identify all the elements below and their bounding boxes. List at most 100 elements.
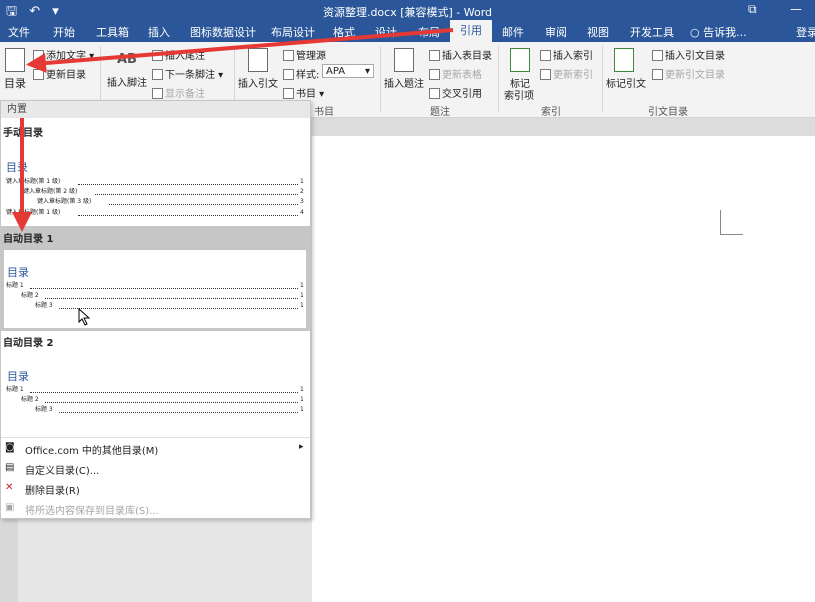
menu-item-save-to-gallery[interactable]: ▣ 将所选内容保存到目录库(S)...: [1, 502, 310, 517]
lightbulb-icon: ○: [690, 26, 704, 39]
tab-file[interactable]: 文件: [8, 24, 30, 40]
endnote-icon: [152, 50, 163, 61]
toc-option-automatic-1[interactable]: 自动目录 1 目录 标题 1 1 标题 2 1 标题 3 1: [1, 226, 310, 331]
toc-preview-line: 键入章标题(第 1 级) 1: [6, 178, 304, 185]
table-of-figures-icon: [429, 50, 440, 61]
insert-citation-button[interactable]: 插入引文: [238, 75, 278, 90]
group-divider: [602, 46, 603, 112]
update-icon: [33, 69, 44, 80]
add-text-button[interactable]: 添加文字 ▾: [33, 47, 94, 62]
mark-citation-icon: [614, 48, 634, 72]
group-label-captions: 题注: [430, 107, 450, 118]
tab-view[interactable]: 视图: [587, 24, 609, 40]
group-divider: [380, 46, 381, 112]
toc-option-label: 自动目录 1: [3, 234, 54, 245]
chevron-right-icon: ▸: [299, 442, 304, 452]
manage-sources-icon: [283, 50, 294, 61]
update-table-button[interactable]: 更新表格: [429, 66, 482, 81]
globe-icon: ◙: [5, 442, 15, 453]
style-icon: [283, 69, 294, 80]
group-label-index: 索引: [541, 107, 561, 118]
tab-insert[interactable]: 插入: [148, 24, 170, 40]
ribbon-tabs: 文件 开始 工具箱 插入 图标数据设计 布局设计 格式 设计 布局 引用 邮件 …: [0, 20, 815, 42]
show-notes-icon: [152, 88, 163, 99]
insert-index-button[interactable]: 插入索引: [540, 47, 593, 62]
toc-option-label: 自动目录 2: [3, 338, 54, 349]
toc-dropdown-menu: 内置 手动目录 目录 键入章标题(第 1 级) 1 键入章标题(第 2 级) 2…: [0, 100, 311, 519]
document-page[interactable]: [312, 136, 815, 602]
toc-preview-line: 键入章标题(第 3 级) 3: [37, 198, 304, 205]
mark-entry-label-2[interactable]: 索引项: [504, 87, 534, 102]
toc-option-manual[interactable]: 手动目录 目录 键入章标题(第 1 级) 1 键入章标题(第 2 级) 2 键入…: [1, 118, 310, 225]
table-of-contents-button[interactable]: 目录: [4, 75, 26, 91]
toc-option-label: 手动目录: [3, 128, 43, 139]
tab-references[interactable]: 引用: [450, 20, 492, 42]
update-toc-button[interactable]: 更新目录: [33, 66, 86, 81]
save-icon: ▣: [5, 502, 15, 513]
menu-item-office-more-tocs[interactable]: ◙ Office.com 中的其他目录(M) ▸: [1, 442, 310, 457]
manage-sources-button[interactable]: 管理源: [283, 47, 326, 62]
insert-citation-icon: [248, 48, 268, 72]
next-footnote-icon: [152, 69, 163, 80]
menu-item-custom-toc[interactable]: ▤ 自定义目录(C)...: [1, 462, 310, 477]
toc-preview: 目录 标题 1 1 标题 2 1 标题 3 1: [4, 250, 306, 328]
insert-index-icon: [540, 50, 551, 61]
update-table-icon: [429, 69, 440, 80]
toc-preview-line: 标题 1 1: [6, 386, 304, 393]
toc-preview-title: 目录: [7, 370, 29, 383]
minimize-icon[interactable]: —: [790, 2, 802, 16]
tab-layout[interactable]: 布局: [418, 24, 440, 40]
toc-preview-line: 标题 2 1: [21, 396, 304, 403]
tab-developer[interactable]: 开发工具: [630, 24, 674, 40]
tab-format[interactable]: 格式: [333, 24, 355, 40]
delete-icon: ✕: [5, 482, 14, 493]
toc-option-automatic-2[interactable]: 自动目录 2 目录 标题 1 1 标题 2 1 标题 3 1: [1, 331, 310, 431]
insert-toa-button[interactable]: 插入引文目录: [652, 47, 725, 62]
cross-reference-icon: [429, 88, 440, 99]
toc-preview-line: 标题 1 1: [6, 282, 304, 289]
tab-design[interactable]: 设计: [375, 24, 397, 40]
toc-preview-line: 标题 2 1: [21, 292, 304, 299]
insert-caption-button[interactable]: 插入题注: [384, 75, 424, 90]
toc-preview-title: 目录: [7, 266, 29, 279]
footnote-icon: AB: [117, 52, 137, 67]
cross-reference-button[interactable]: 交叉引用: [429, 85, 482, 100]
insert-footnote-button[interactable]: 插入脚注: [107, 74, 147, 89]
update-toa-button[interactable]: 更新引文目录: [652, 66, 725, 81]
citation-style-select[interactable]: APA ▾: [322, 64, 374, 78]
group-label-citations: 书目: [314, 107, 334, 118]
update-index-icon: [540, 69, 551, 80]
sign-in-link[interactable]: 登录: [796, 24, 815, 40]
toc-preview-line: 键入章标题(第 1 级) 4: [6, 209, 304, 216]
tell-me-search[interactable]: ○ 告诉我...: [690, 24, 747, 40]
next-footnote-button[interactable]: 下一条脚注 ▾: [152, 66, 223, 81]
insert-table-of-figures-button[interactable]: 插入表目录: [429, 47, 492, 62]
builtin-header: 内置: [1, 101, 310, 118]
update-index-button[interactable]: 更新索引: [540, 66, 593, 81]
tab-layout-design[interactable]: 布局设计: [271, 24, 315, 40]
tab-review[interactable]: 审阅: [545, 24, 567, 40]
bibliography-icon: [283, 88, 294, 99]
table-of-contents-icon: [5, 48, 25, 72]
mouse-pointer-icon: [78, 308, 91, 326]
update-toa-icon: [652, 69, 663, 80]
group-divider: [498, 46, 499, 112]
toc-preview-line: 键入章标题(第 2 级) 2: [23, 188, 304, 195]
style-label: 样式:: [283, 66, 319, 81]
bibliography-button[interactable]: 书目 ▾: [283, 85, 324, 100]
restore-icon[interactable]: ⧉: [748, 2, 757, 17]
page-corner-mark: [720, 210, 743, 235]
toc-preview-title: 目录: [6, 161, 28, 174]
group-label-toa: 引文目录: [648, 107, 688, 118]
mark-entry-icon: [510, 48, 530, 72]
tab-mailings[interactable]: 邮件: [502, 24, 524, 40]
menu-item-remove-toc[interactable]: ✕ 删除目录(R): [1, 482, 310, 497]
toc-preview-line: 标题 3 1: [35, 406, 304, 413]
mark-citation-button[interactable]: 标记引文: [606, 75, 646, 90]
insert-caption-icon: [394, 48, 414, 72]
insert-endnote-button[interactable]: 插入尾注: [152, 47, 205, 62]
tab-home[interactable]: 开始: [53, 24, 75, 40]
show-notes-button[interactable]: 显示备注: [152, 85, 205, 100]
tab-toolbox[interactable]: 工具箱: [96, 24, 129, 40]
tab-chart-design[interactable]: 图标数据设计: [190, 24, 256, 40]
